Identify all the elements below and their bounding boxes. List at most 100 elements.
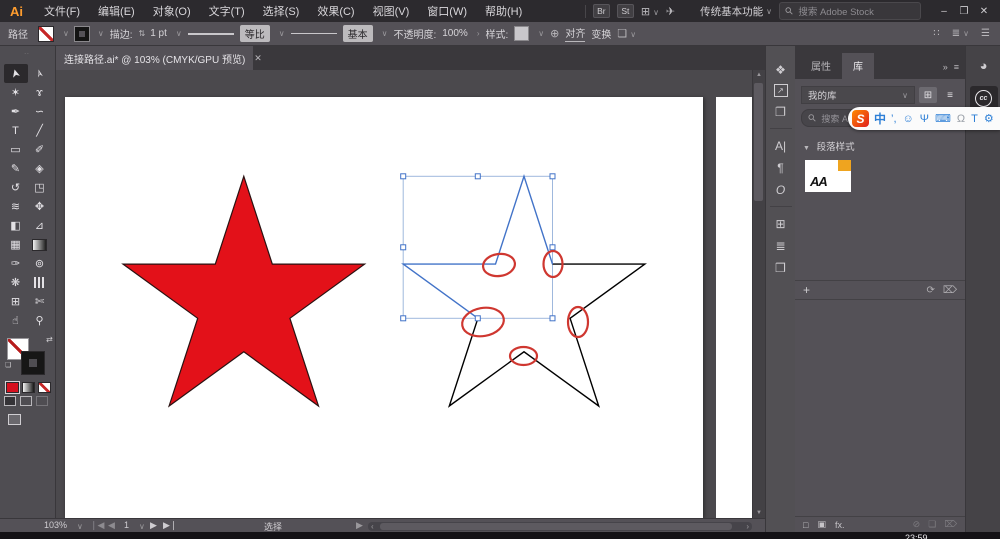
stroke-stepper[interactable]: ⇅ — [139, 29, 145, 38]
lasso-tool[interactable]: ɤ — [28, 83, 52, 102]
scroll-up-icon[interactable]: ▲ — [753, 72, 765, 78]
menu-object[interactable]: 对象(O) — [144, 3, 200, 19]
menu-effect[interactable]: 效果(C) — [308, 3, 363, 19]
sogou-logo-icon[interactable]: S — [852, 110, 869, 127]
panel-menu-icon[interactable]: ≡ — [954, 62, 959, 72]
chevron-down-icon[interactable]: ∨ — [538, 29, 544, 38]
pen-tool[interactable]: ✒ — [4, 102, 28, 121]
graphic-style-swatch[interactable] — [514, 26, 529, 41]
width-profile-select[interactable]: 等比 — [240, 25, 270, 42]
zoom-dropdown-icon[interactable]: ∨ — [77, 522, 83, 531]
color-mode-button[interactable] — [6, 382, 19, 393]
minimize-button[interactable]: – — [934, 6, 954, 17]
document-setup-icon[interactable]: ⊕ — [550, 27, 559, 40]
draw-inside-button[interactable] — [36, 396, 48, 406]
eraser-tool[interactable]: ◈ — [28, 159, 52, 178]
sync-icon[interactable]: ⟳ — [926, 285, 934, 296]
horizontal-scroll-thumb[interactable] — [380, 523, 732, 530]
stock-button[interactable]: St — [617, 4, 634, 18]
menu-edit[interactable]: 编辑(E) — [89, 3, 144, 19]
next-artboard-button[interactable]: ▶ — [150, 520, 157, 531]
zoom-level[interactable]: 103% — [44, 520, 67, 530]
scroll-right-icon[interactable]: › — [746, 522, 749, 531]
menu-window[interactable]: 窗口(W) — [418, 3, 476, 19]
ime-mode-toggle[interactable]: 中 — [874, 110, 886, 127]
guides-icon[interactable]: ≣∨ — [952, 28, 969, 39]
tab-libraries[interactable]: 库 — [842, 53, 874, 79]
no-style-icon[interactable]: ⊘ — [913, 519, 921, 530]
first-artboard-button[interactable]: ❘◀ — [90, 520, 104, 531]
opacity-more-icon[interactable]: › — [477, 29, 480, 38]
draw-behind-button[interactable] — [20, 396, 32, 406]
grid-view-button[interactable]: ⊞ — [919, 87, 937, 103]
close-button[interactable]: ✕ — [974, 6, 994, 17]
punctuation-icon[interactable]: ’, — [891, 113, 897, 125]
keyboard-icon[interactable]: ⌨ — [935, 112, 951, 125]
delete-icon[interactable]: ⌦ — [944, 519, 957, 530]
fill-box-icon[interactable]: ▣ — [817, 519, 826, 530]
column-graph-tool[interactable] — [28, 273, 52, 292]
bridge-button[interactable]: Br — [593, 4, 610, 18]
shaper-tool[interactable]: ✎ — [4, 159, 28, 178]
none-mode-button[interactable] — [38, 382, 51, 393]
transform-icon[interactable]: ⊞ — [775, 216, 785, 231]
align-button[interactable]: 对齐 — [565, 25, 585, 42]
chevron-down-icon[interactable]: ∨ — [279, 29, 285, 38]
snap-options-icon[interactable]: ∷ — [933, 28, 939, 39]
restore-button[interactable]: ❐ — [954, 6, 974, 17]
selection-tool[interactable]: ➤ — [4, 64, 28, 83]
free-transform-tool[interactable]: ✥ — [28, 197, 52, 216]
line-segment-tool[interactable]: ╱ — [28, 121, 52, 140]
chevron-down-icon[interactable]: ∨ — [63, 29, 69, 38]
gradient-tool[interactable] — [28, 235, 52, 254]
arrange-documents-icon[interactable]: ⊞∨ — [641, 5, 659, 18]
delete-library-icon[interactable]: ⌦ — [943, 285, 957, 296]
menu-select[interactable]: 选择(S) — [254, 3, 309, 19]
user-icon[interactable]: Ω — [957, 113, 965, 125]
tools-grip[interactable]: ‥ — [0, 46, 55, 60]
transform-button[interactable]: 变换 — [591, 26, 611, 41]
opentype-icon[interactable]: O — [776, 182, 785, 197]
rectangle-tool[interactable]: ▭ — [4, 140, 28, 159]
vertical-scrollbar[interactable]: ▲ ▼ — [752, 70, 765, 518]
artboard-number[interactable]: 1 — [124, 520, 129, 530]
blend-tool[interactable]: ⊚ — [28, 254, 52, 273]
artboard-dropdown-icon[interactable]: ∨ — [139, 522, 145, 531]
new-item-icon[interactable]: ❏ — [928, 519, 936, 530]
menu-file[interactable]: 文件(F) — [35, 3, 89, 19]
menu-view[interactable]: 视图(V) — [364, 3, 419, 19]
vertical-scroll-thumb[interactable] — [754, 83, 763, 201]
share-icon[interactable]: ✈ — [666, 5, 675, 18]
emoji-icon[interactable]: ☺ — [903, 113, 914, 125]
horizontal-scrollbar[interactable]: ‹ › — [368, 522, 752, 531]
layers-icon[interactable]: ❖ — [775, 62, 786, 77]
tab-close-icon[interactable]: ✕ — [254, 53, 262, 64]
settings-icon[interactable]: ⚙ — [984, 112, 994, 125]
eyedropper-tool[interactable]: ✑ — [4, 254, 28, 273]
isolate-icon[interactable]: ❏∨ — [617, 27, 636, 40]
slice-tool[interactable]: ✄ — [28, 292, 52, 311]
artboard-2[interactable] — [716, 97, 753, 518]
stroke-weight-value[interactable]: 1 pt — [150, 28, 167, 39]
list-view-button[interactable]: ≡ — [941, 87, 959, 103]
mesh-tool[interactable]: ▦ — [4, 235, 28, 254]
paintbrush-tool[interactable]: ✐ — [28, 140, 52, 159]
chevron-down-icon[interactable]: ∨ — [382, 29, 388, 38]
gradient-mode-button[interactable] — [22, 382, 35, 393]
document-tab[interactable]: 连接路径.ai* @ 103% (CMYK/GPU 预览) ✕ — [55, 46, 253, 70]
align-icon[interactable]: ≣ — [775, 238, 785, 253]
paragraph-style-item[interactable]: AA — [805, 160, 851, 192]
export-icon[interactable]: ↗ — [774, 84, 788, 97]
stock-search-input[interactable]: ⚲ 搜索 Adobe Stock — [779, 2, 921, 20]
last-artboard-button[interactable]: ▶❘ — [163, 520, 177, 531]
stock-graphics-icon[interactable]: ◕ — [971, 58, 997, 80]
fx-button[interactable]: fx. — [835, 520, 845, 530]
fill-stroke-control[interactable]: ⇄ ❏ — [7, 338, 51, 378]
tab-properties[interactable]: 属性 — [800, 53, 842, 79]
paragraph-styles-section-header[interactable]: ▼ 段落样式 — [803, 139, 957, 153]
artboards-icon[interactable]: ❐ — [775, 104, 786, 119]
curvature-tool[interactable]: ∽ — [28, 102, 52, 121]
paragraph-styles-icon[interactable]: ¶ — [777, 160, 783, 175]
workspace-switcher[interactable]: 传统基本功能 ∨ — [700, 4, 772, 19]
width-tool[interactable]: ≋ — [4, 197, 28, 216]
